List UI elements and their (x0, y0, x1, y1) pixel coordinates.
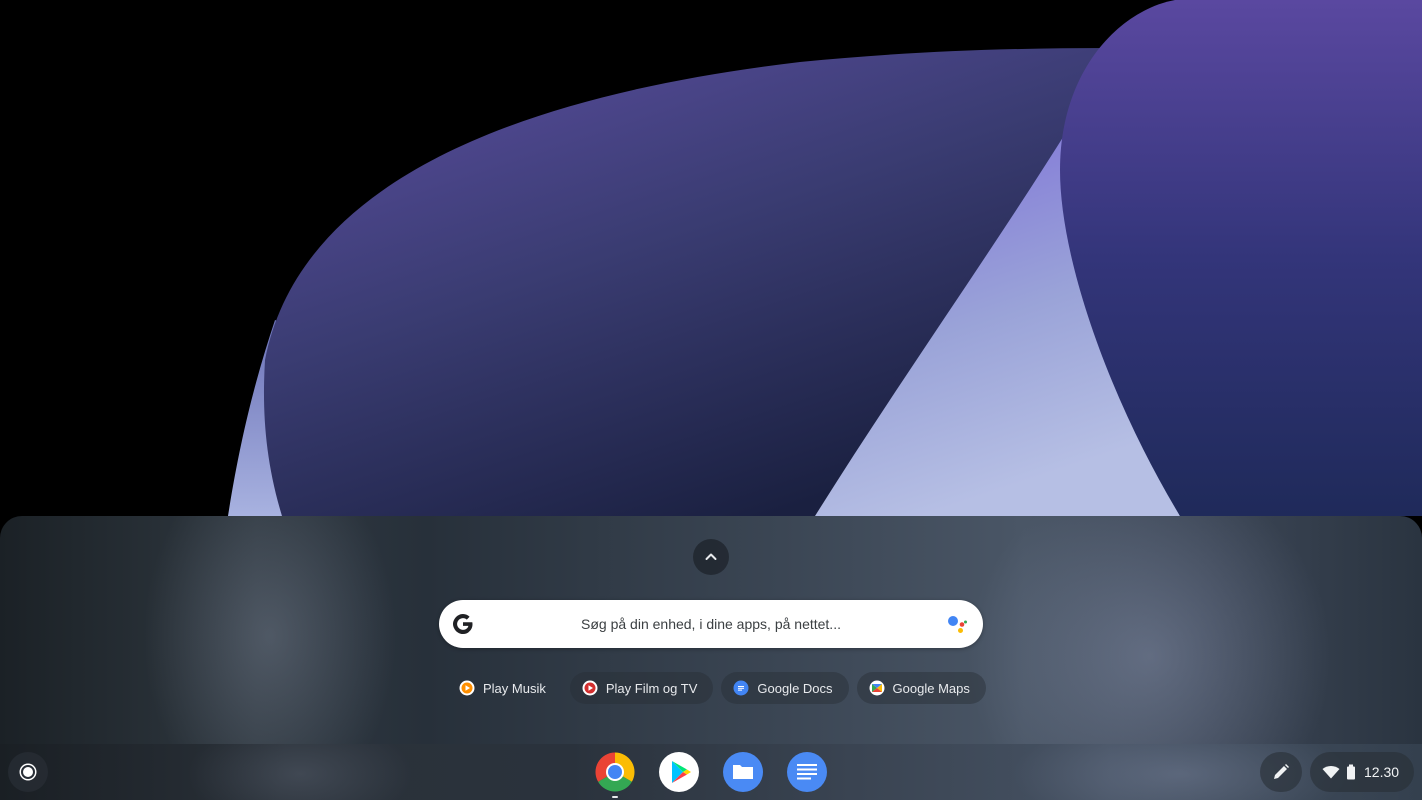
google-g-icon (453, 614, 473, 634)
suggestion-chips: Play Musik Play Film og TV Google Docs G… (447, 672, 986, 704)
shelf-app-google-docs[interactable] (787, 752, 827, 792)
play-store-icon (659, 752, 699, 792)
wifi-icon (1322, 766, 1340, 779)
suggestion-label: Google Docs (757, 680, 833, 696)
expand-launcher-button[interactable] (693, 539, 729, 575)
chrome-icon (595, 752, 635, 792)
chevron-up-icon (705, 553, 717, 560)
launcher-button[interactable] (8, 752, 48, 792)
play-movies-icon (582, 680, 598, 696)
shelf-app-play-store[interactable] (659, 752, 699, 792)
launcher-circle-icon (21, 765, 35, 779)
docs-icon (787, 752, 827, 792)
files-icon (723, 752, 763, 792)
shelf-app-chrome[interactable] (595, 752, 635, 792)
suggestion-chip-google-maps[interactable]: Google Maps (856, 672, 986, 704)
search-box[interactable]: Søg på din enhed, i dine apps, på nettet… (439, 600, 983, 648)
suggestion-label: Google Maps (892, 680, 970, 696)
battery-icon (1347, 764, 1355, 780)
shelf-app-files[interactable] (723, 752, 763, 792)
suggestion-chip-google-docs[interactable]: Google Docs (721, 672, 849, 704)
play-music-icon (459, 680, 475, 696)
google-docs-icon (733, 680, 749, 696)
running-app-indicator (612, 796, 618, 798)
suggestion-chip-play-music[interactable]: Play Musik (447, 672, 562, 704)
suggestion-label: Play Musik (483, 680, 546, 696)
search-placeholder: Søg på din enhed, i dine apps, på nettet… (581, 616, 841, 632)
stylus-tools-button[interactable] (1260, 752, 1302, 792)
desktop: Søg på din enhed, i dine apps, på nettet… (0, 0, 1422, 800)
app-launcher-peeking: Søg på din enhed, i dine apps, på nettet… (0, 516, 1422, 744)
google-assistant-icon[interactable] (945, 613, 969, 637)
stylus-icon (1274, 764, 1289, 779)
shelf: 12.30 (0, 744, 1422, 800)
suggestion-label: Play Film og TV (605, 680, 698, 696)
google-maps-icon (869, 680, 885, 696)
clock: 12.30 (1364, 764, 1400, 780)
suggestion-chip-play-movies[interactable]: Play Film og TV (569, 672, 714, 704)
system-tray-status-area[interactable]: 12.30 (1310, 752, 1414, 792)
